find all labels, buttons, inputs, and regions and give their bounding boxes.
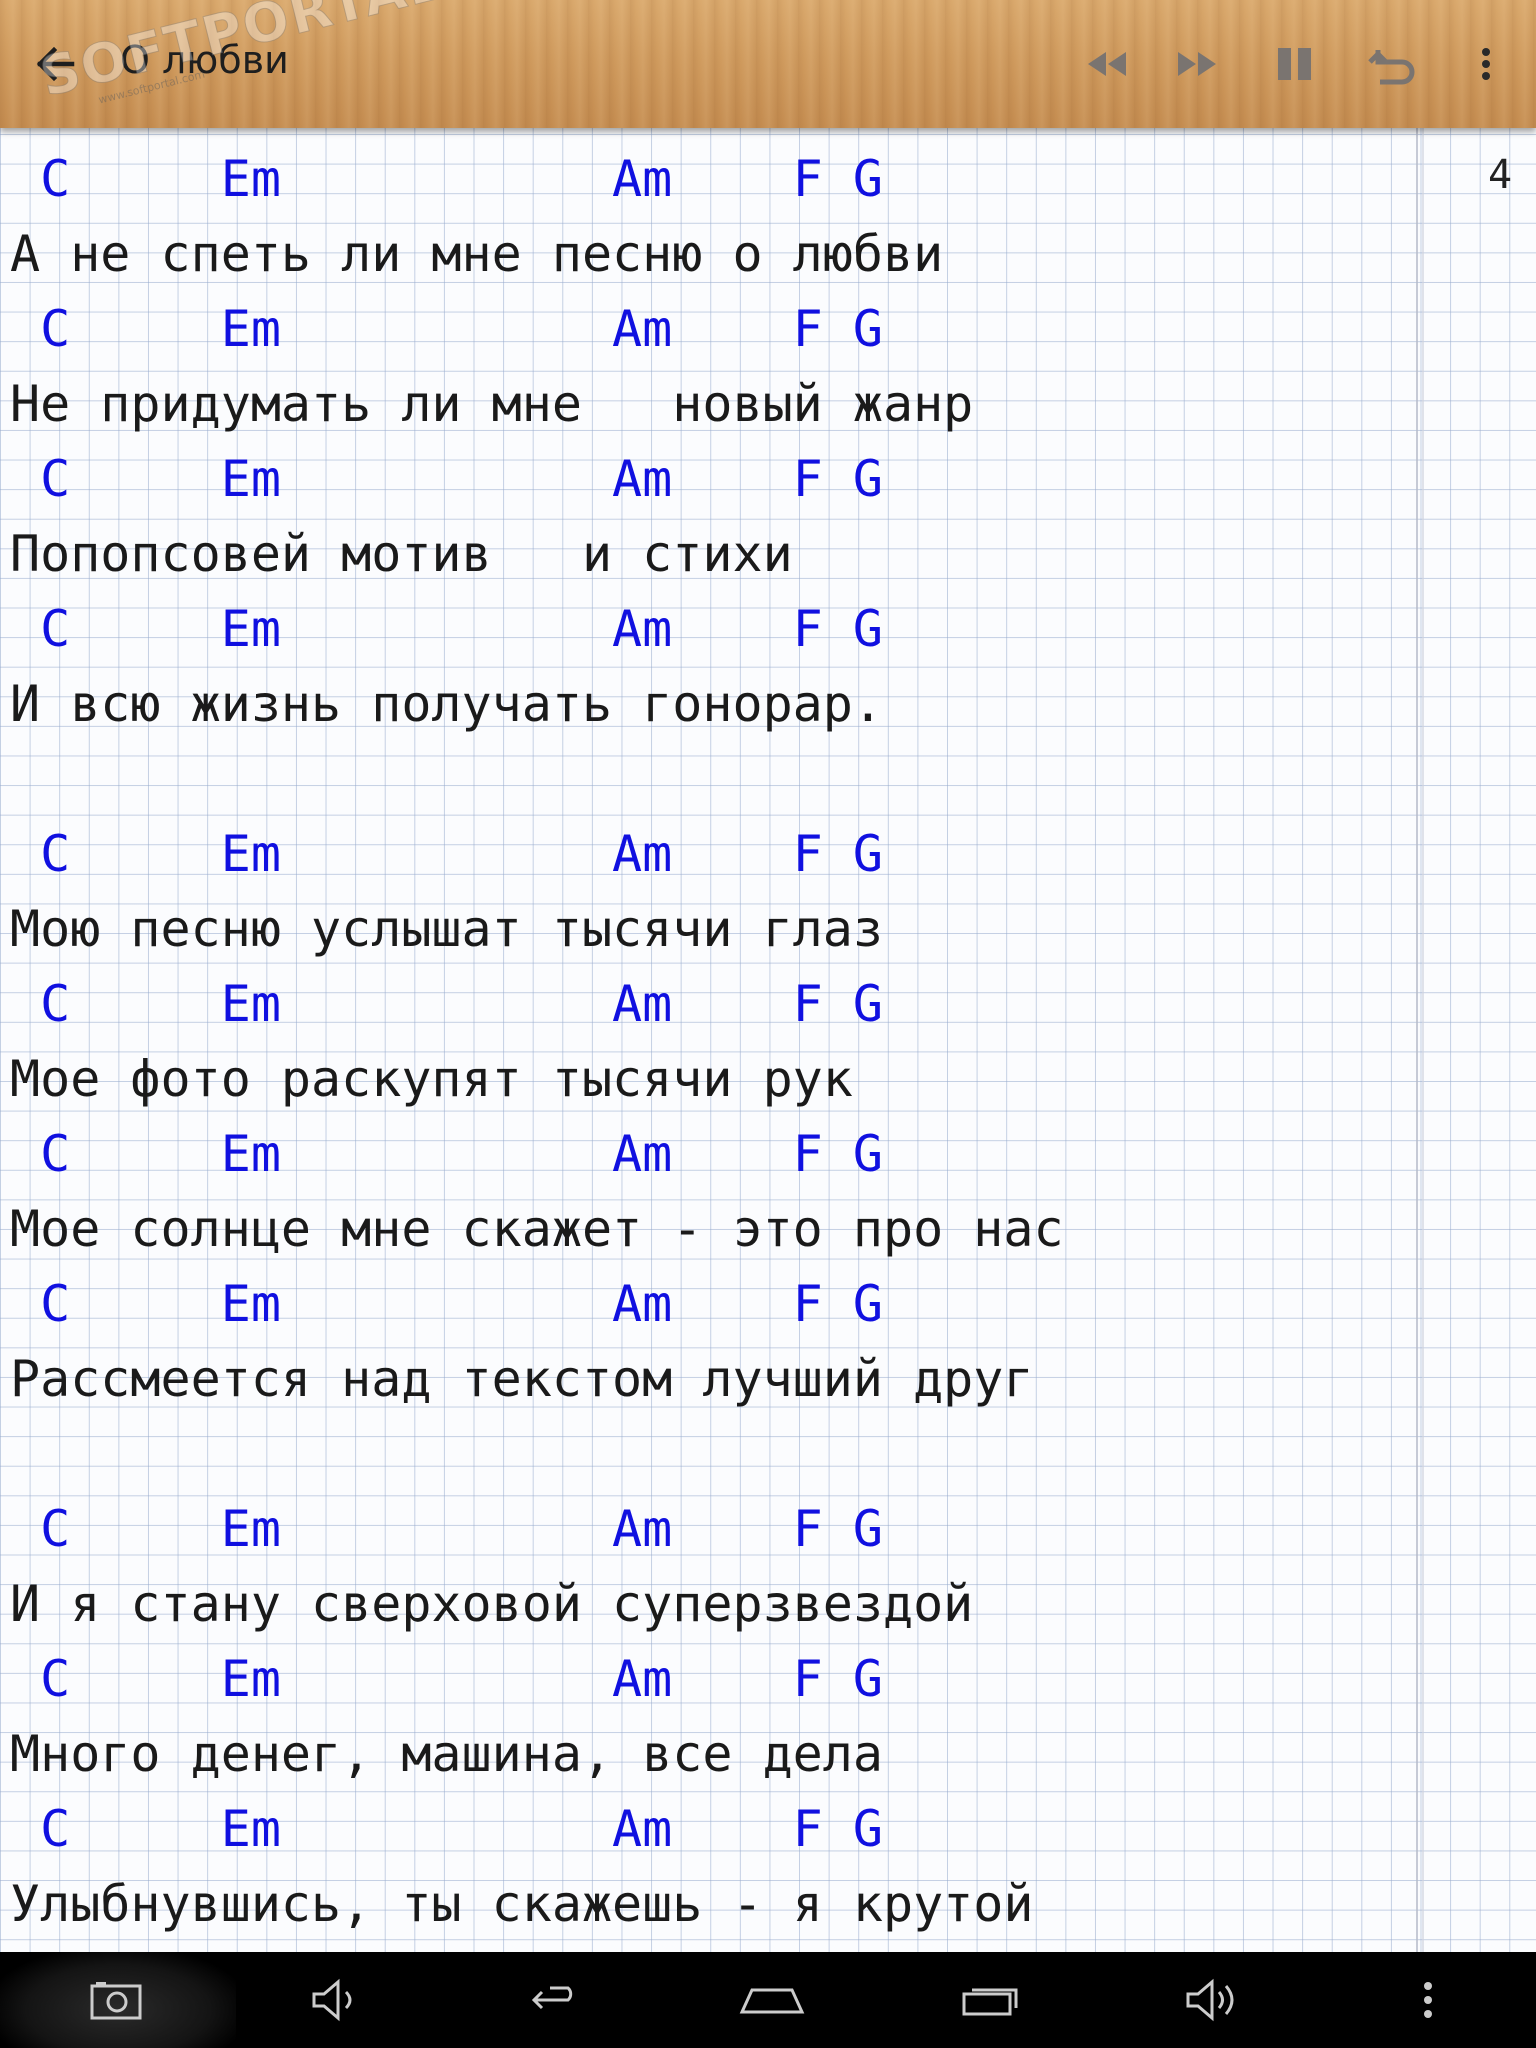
more-vert-icon bbox=[1482, 48, 1490, 80]
nav-recents-button[interactable] bbox=[958, 1970, 1024, 2030]
chord-line: C Em Am F G bbox=[10, 1800, 883, 1858]
chord-line: C Em Am F G bbox=[10, 450, 883, 508]
system-navigation-bar bbox=[0, 1952, 1536, 2048]
lyric-line: И всю жизнь получать гонорар. bbox=[10, 675, 883, 733]
song-text: C Em Am F G А не спеть ли мне песню о люб… bbox=[10, 142, 1064, 1942]
chord-line: C Em Am F G bbox=[10, 600, 883, 658]
lyric-line: Не придумать ли мне новый жанр bbox=[10, 375, 974, 433]
chord-line: C Em Am F G bbox=[10, 825, 883, 883]
nav-back-icon bbox=[531, 1986, 573, 2010]
nav-recents-icon bbox=[962, 1988, 1018, 2016]
action-bar: О любви SOFTPORTAL www.softportal.com bbox=[0, 0, 1536, 128]
song-title: О любви bbox=[120, 38, 289, 82]
lyric-line: Улыбнувшись, ты скажешь - я крутой bbox=[10, 1875, 1034, 1933]
nav-home-icon bbox=[739, 1988, 805, 2014]
lyric-line: Попопсовей мотив и стихи bbox=[10, 525, 793, 583]
undo-icon bbox=[1368, 50, 1415, 85]
fast-forward-icon bbox=[1178, 52, 1216, 76]
rewind-icon bbox=[1088, 52, 1126, 76]
lyric-line: Мою песню услышат тысячи глаз bbox=[10, 900, 883, 958]
chord-line: C Em Am F G bbox=[10, 1650, 883, 1708]
lyric-line: Много денег, машина, все дела bbox=[10, 1725, 883, 1783]
pause-button[interactable] bbox=[1266, 32, 1326, 96]
chord-line: C Em Am F G bbox=[10, 1125, 883, 1183]
nav-more-icon bbox=[1424, 1982, 1432, 2018]
page-number: 4 bbox=[1488, 152, 1513, 198]
chord-line: C Em Am F G bbox=[10, 1275, 883, 1333]
overflow-menu-button[interactable] bbox=[1462, 32, 1510, 96]
volume-up-button[interactable] bbox=[1182, 1970, 1248, 2030]
chord-line: C Em Am F G bbox=[10, 975, 883, 1033]
pause-icon bbox=[1278, 48, 1311, 80]
lyric-line: Мое солнце мне скажет - это про нас bbox=[10, 1200, 1064, 1258]
rewind-button[interactable] bbox=[1076, 32, 1136, 96]
lyric-line: А не спеть ли мне песню о любви bbox=[10, 225, 944, 283]
volume-down-button[interactable] bbox=[306, 1970, 366, 2030]
volume-up-icon bbox=[1186, 1978, 1234, 2022]
chord-line: C Em Am F G bbox=[10, 150, 883, 208]
lyric-line: Рассмеется над текстом лучший друг bbox=[10, 1350, 1034, 1408]
page-margin-line bbox=[1416, 128, 1418, 1952]
song-sheet[interactable]: 4 C Em Am F G А не спеть ли мне песню о л… bbox=[0, 128, 1536, 1952]
nav-back-button[interactable] bbox=[520, 1970, 584, 2030]
volume-down-icon bbox=[312, 1978, 352, 2022]
camera-icon bbox=[90, 1982, 142, 2020]
chord-line: C Em Am F G bbox=[10, 1500, 883, 1558]
undo-button[interactable] bbox=[1362, 32, 1422, 96]
arrow-left-icon bbox=[36, 46, 75, 82]
nav-more-button[interactable] bbox=[1408, 1970, 1448, 2030]
lyric-line: Мое фото раскупят тысячи рук bbox=[10, 1050, 853, 1108]
back-button[interactable] bbox=[28, 32, 84, 96]
fast-forward-button[interactable] bbox=[1168, 32, 1228, 96]
chord-line: C Em Am F G bbox=[10, 300, 883, 358]
screenshot-button[interactable] bbox=[86, 1970, 146, 2030]
nav-home-button[interactable] bbox=[736, 1970, 808, 2030]
lyric-line: И я стану сверховой суперзвездой bbox=[10, 1575, 974, 1633]
